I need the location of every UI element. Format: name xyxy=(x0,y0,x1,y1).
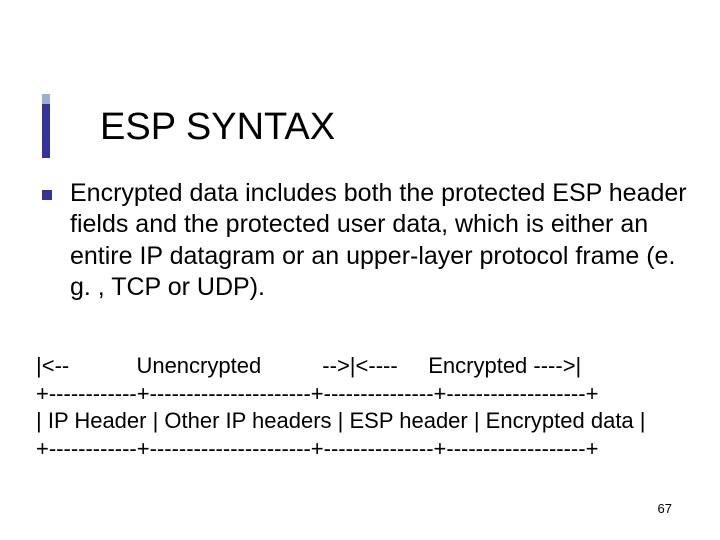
ascii-diagram: |<-- Unencrypted -->|<---- Encrypted ---… xyxy=(36,352,646,462)
bullet-icon xyxy=(42,190,52,200)
page-number: 67 xyxy=(658,501,672,516)
diagram-line-2: +------------+----------------------+---… xyxy=(36,381,598,406)
body-paragraph: Encrypted data includes both the protect… xyxy=(70,178,690,303)
title-accent-top xyxy=(42,94,50,104)
diagram-line-4: +------------+----------------------+---… xyxy=(36,436,598,461)
title-accent-bar xyxy=(42,104,50,158)
diagram-line-1: |<-- Unencrypted -->|<---- Encrypted ---… xyxy=(36,353,581,378)
slide-title: ESP SYNTAX xyxy=(100,106,335,149)
diagram-line-3: | IP Header | Other IP headers | ESP hea… xyxy=(36,408,646,433)
